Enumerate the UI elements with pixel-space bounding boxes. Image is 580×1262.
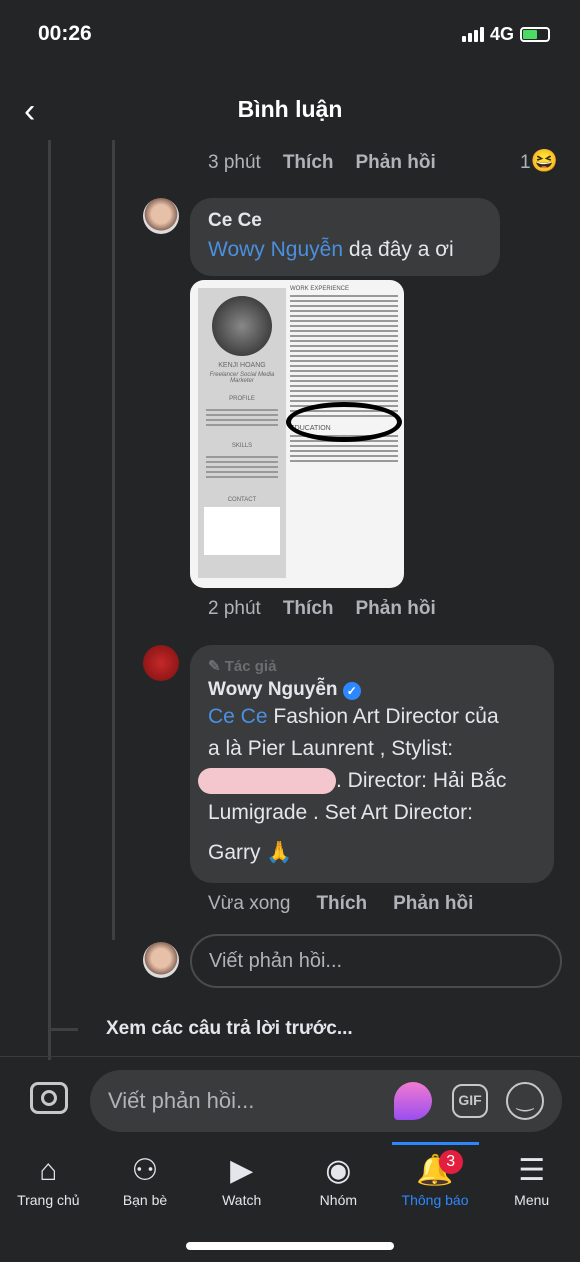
like-button[interactable]: Thích [283, 598, 334, 620]
emoji-icon[interactable]: ‿ [506, 1082, 544, 1120]
tab-friends[interactable]: ⚇ Bạn bè [97, 1150, 194, 1208]
resume-name: KENJI HOANG [218, 362, 266, 369]
text-line: a là Pier Launrent , Stylist: [208, 737, 454, 760]
network-label: 4G [489, 24, 514, 44]
comment-time: Vừa xong [208, 893, 291, 914]
thread-connector [48, 1028, 78, 1031]
attached-resume-image[interactable]: KENJI HOANG Freelancer Social Media Mark… [190, 280, 404, 588]
mention-link[interactable]: Wowy Nguyễn [208, 238, 343, 261]
avatar[interactable] [143, 198, 179, 234]
verified-icon: ✓ [342, 682, 361, 700]
tab-label: Bạn bè [122, 1192, 168, 1208]
my-avatar [143, 942, 179, 978]
text-line: . Director: Hải Bắc [336, 769, 507, 792]
comment-meta: Vừa xong Thích Phản hồi [208, 893, 473, 915]
composer-input[interactable]: Viết phản hồi... [108, 1088, 254, 1114]
home-icon: ⌂ [39, 1154, 58, 1187]
avatar-sticker-icon[interactable] [394, 1082, 432, 1120]
watch-icon: ▶ [230, 1154, 254, 1187]
comment-time: 2 phút [208, 598, 261, 619]
resume-work: WORK EXPERIENCE [290, 286, 350, 292]
tab-home[interactable]: ⌂ Trang chủ [0, 1150, 97, 1208]
tab-label: Menu [514, 1192, 550, 1208]
divider [0, 1056, 580, 1057]
view-previous-replies[interactable]: Xem các câu trả lời trước... [106, 1018, 353, 1040]
tab-watch[interactable]: ▶ Watch [193, 1150, 290, 1208]
like-button[interactable]: Thích [283, 152, 334, 174]
tab-label: Thông báo [401, 1192, 469, 1208]
comment-text: Ce Ce Fashion Art Director của a là Pier… [198, 701, 536, 869]
thread-line [112, 140, 115, 940]
reaction-summary[interactable]: 1😆 [520, 148, 558, 174]
circled-annotation [286, 402, 402, 442]
text-line: Garry 🙏 [208, 841, 293, 864]
author-badge: Tác giả [224, 658, 277, 675]
menu-icon: ☰ [518, 1154, 546, 1187]
text-line: Fashion Art Director của [267, 705, 499, 728]
reply-button[interactable]: Phản hồi [393, 893, 473, 915]
resume-sidebar: KENJI HOANG Freelancer Social Media Mark… [198, 288, 286, 578]
resume-photo [212, 296, 272, 356]
comment-meta: 2 phút Thích Phản hồi [208, 598, 436, 620]
battery-icon [520, 27, 550, 42]
signal-icon [461, 27, 484, 42]
tab-label: Watch [222, 1192, 262, 1208]
notification-badge: 3 [438, 1150, 463, 1174]
resume-contact: CONTACT [227, 497, 257, 503]
tab-label: Trang chủ [17, 1192, 80, 1208]
prev-comment-meta: 3 phút Thích Phản hồi [208, 152, 436, 174]
text-line: Lumigrade . Set Art Director: [208, 801, 473, 824]
comment-bubble: ✎ Tác giả Wowy Nguyễn ✓ Ce Ce Fashion Ar… [190, 645, 554, 883]
thread-line [48, 140, 51, 1060]
reply-button[interactable]: Phản hồi [356, 598, 436, 620]
tab-label: Nhóm [319, 1192, 358, 1208]
friends-icon: ⚇ [131, 1154, 159, 1187]
resume-role: Freelancer Social Media Marketer [209, 372, 275, 384]
redaction-mark [198, 768, 336, 795]
gif-button[interactable]: GIF [452, 1084, 488, 1118]
reaction-count: 1 [520, 152, 531, 173]
camera-icon[interactable] [30, 1082, 68, 1114]
comment-time: 3 phút [208, 152, 261, 173]
active-tab-indicator [392, 1142, 479, 1145]
tab-menu[interactable]: ☰ Menu [483, 1150, 580, 1208]
page-title: Bình luận [237, 96, 343, 122]
home-indicator [186, 1242, 394, 1250]
comment-text: dạ đây a ơi [343, 238, 454, 261]
mention-link[interactable]: Ce Ce [208, 705, 268, 728]
tab-notifications[interactable]: 🔔 Thông báo 3 [387, 1150, 484, 1208]
status-time: 00:26 [38, 22, 92, 45]
bell-icon: 🔔 [416, 1154, 454, 1187]
comment-author[interactable]: Ce Ce [208, 210, 482, 232]
reply-input[interactable]: Viết phản hồi... [190, 934, 562, 988]
like-button[interactable]: Thích [316, 893, 367, 915]
comment-author[interactable]: Wowy Nguyễn [208, 679, 338, 700]
groups-icon: ◉ [325, 1154, 352, 1187]
avatar[interactable] [143, 645, 179, 681]
author-badge-icon: ✎ [208, 658, 225, 675]
comment-bubble: Ce Ce Wowy Nguyễn dạ đây a ơi [190, 198, 500, 276]
tab-groups[interactable]: ◉ Nhóm [290, 1150, 387, 1208]
comment-composer[interactable]: Viết phản hồi... GIF ‿ [90, 1070, 562, 1132]
haha-icon: 😆 [530, 148, 558, 173]
bottom-nav: ⌂ Trang chủ ⚇ Bạn bè ▶ Watch ◉ Nhóm 🔔 Thông b… [0, 1150, 580, 1208]
reply-button[interactable]: Phản hồi [356, 152, 436, 174]
status-indicators: 4G [461, 24, 550, 45]
